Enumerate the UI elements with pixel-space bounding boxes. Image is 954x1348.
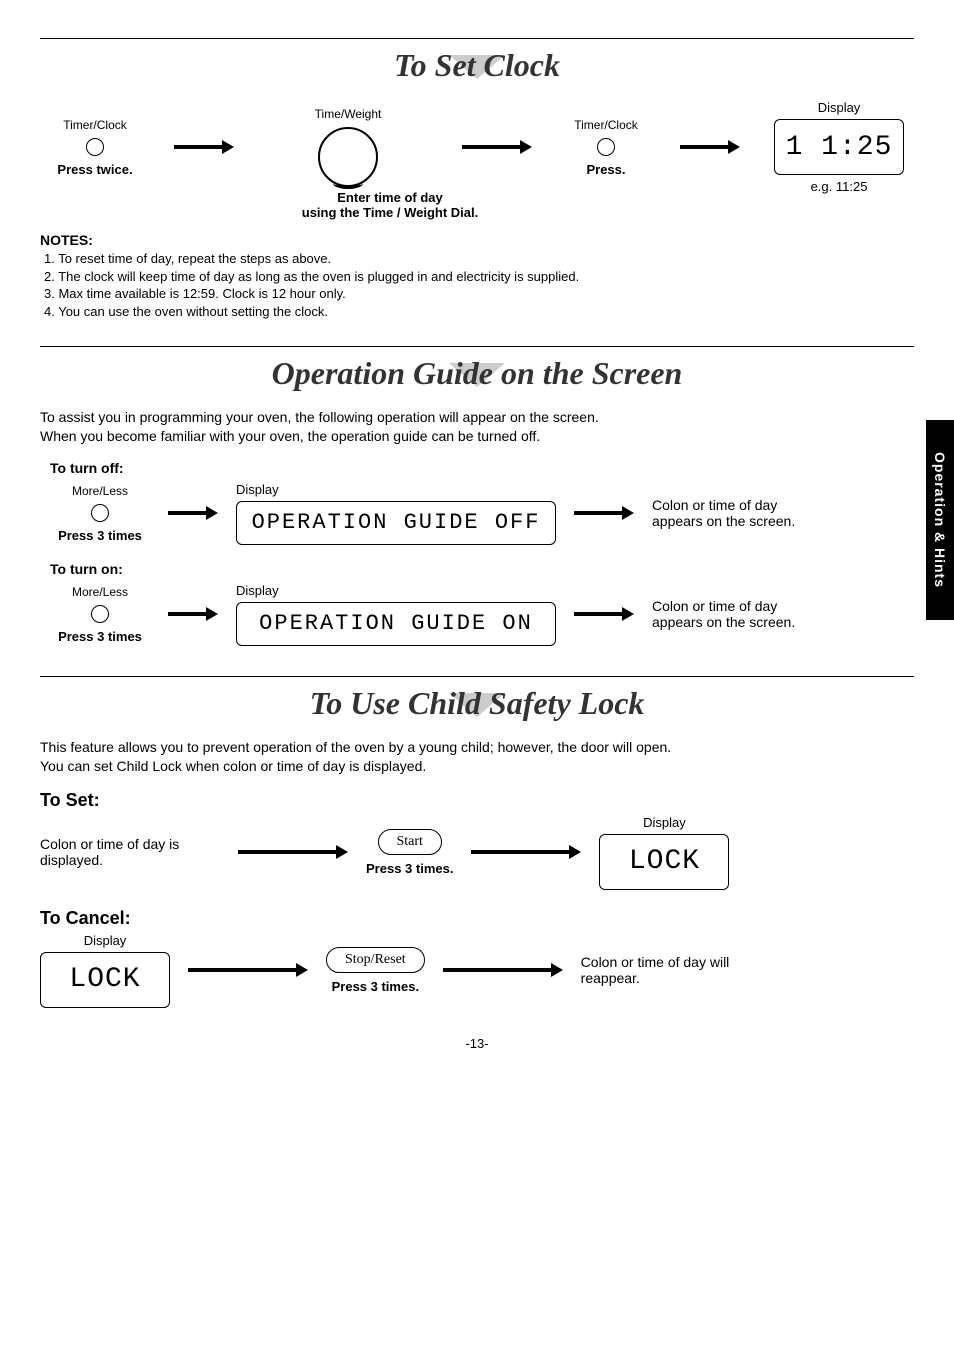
section-3-title-container: To Use Child Safety Lock xyxy=(40,685,914,722)
display-block: Display 1 1:25 e.g. 11:25 xyxy=(764,100,914,194)
display-label: Display xyxy=(818,100,861,115)
press-3-times-label: Press 3 times xyxy=(58,629,142,644)
divider xyxy=(40,38,914,39)
more-less-control: More/Less Press 3 times xyxy=(50,585,150,644)
to-set-row: Colon or time of day is displayed. Start… xyxy=(40,815,914,890)
precondition-text: Colon or time of day is displayed. xyxy=(40,836,220,868)
press-3-times-label: Press 3 times xyxy=(58,528,142,543)
display-value: 1 1:25 xyxy=(786,132,893,163)
divider xyxy=(40,346,914,347)
divider xyxy=(40,676,914,677)
display-label: Display xyxy=(236,482,279,497)
display-text: OPERATION GUIDE OFF xyxy=(252,510,541,535)
display-label: Display xyxy=(643,815,686,830)
arrow-right-icon xyxy=(574,606,634,622)
arrow-right-icon xyxy=(168,505,218,521)
step-timer-clock-2: Timer/Clock Press. xyxy=(556,118,656,177)
to-set-header: To Set: xyxy=(40,790,914,811)
arrow-right-icon xyxy=(168,606,218,622)
display-text: LOCK xyxy=(69,964,140,995)
display-text: LOCK xyxy=(629,846,700,877)
more-less-label: More/Less xyxy=(72,585,128,599)
arrow-right-icon xyxy=(471,844,581,860)
display-box: LOCK xyxy=(599,834,729,890)
round-button-icon xyxy=(91,504,109,522)
press-twice-label: Press twice. xyxy=(57,162,132,177)
start-button-block: Start Press 3 times. xyxy=(366,829,453,876)
turn-on-row: More/Less Press 3 times Display OPERATIO… xyxy=(50,583,914,646)
arrow-right-icon xyxy=(574,505,634,521)
to-cancel-header: To Cancel: xyxy=(40,908,914,929)
note-item: 4. You can use the oven without setting … xyxy=(44,303,914,321)
round-button-icon xyxy=(597,138,615,156)
result-text: Colon or time of day appears on the scre… xyxy=(652,598,822,630)
display-label: Display xyxy=(236,583,279,598)
section-1-title-container: To Set Clock xyxy=(40,47,914,84)
note-item: 2. The clock will keep time of day as lo… xyxy=(44,268,914,286)
display-off-block: Display OPERATION GUIDE OFF xyxy=(236,482,556,545)
arrow-right-icon xyxy=(462,139,532,155)
section-2-title: Operation Guide on the Screen xyxy=(40,355,914,392)
display-on-block: Display OPERATION GUIDE ON xyxy=(236,583,556,646)
round-button-icon xyxy=(86,138,104,156)
section-1-title: To Set Clock xyxy=(40,47,914,84)
arrow-right-icon xyxy=(443,962,563,978)
press-3-times-label: Press 3 times. xyxy=(332,979,419,994)
section-2-title-container: Operation Guide on the Screen xyxy=(40,355,914,392)
display-box: LOCK xyxy=(40,952,170,1008)
turn-on-header: To turn on: xyxy=(50,561,914,577)
display-lock-block: Display LOCK xyxy=(599,815,729,890)
display-box: 1 1:25 xyxy=(774,119,904,175)
timer-clock-label: Timer/Clock xyxy=(63,118,127,132)
turn-off-header: To turn off: xyxy=(50,460,914,476)
display-box: OPERATION GUIDE OFF xyxy=(236,501,556,545)
arrow-right-icon xyxy=(174,139,234,155)
dial-icon xyxy=(318,127,378,187)
to-cancel-row: Display LOCK Stop/Reset Press 3 times. C… xyxy=(40,933,914,1008)
result-text: Colon or time of day will reappear. xyxy=(581,954,751,986)
section-3-intro: This feature allows you to prevent opera… xyxy=(40,738,914,776)
arrow-right-icon xyxy=(680,139,740,155)
notes-list: 1. To reset time of day, repeat the step… xyxy=(44,250,914,320)
press-label: Press. xyxy=(586,162,625,177)
section-2-intro: To assist you in programming your oven, … xyxy=(40,408,914,446)
dial-caption: Enter time of day using the Time / Weigh… xyxy=(270,190,510,220)
arrow-right-icon xyxy=(238,844,348,860)
more-less-label: More/Less xyxy=(72,484,128,498)
timer-clock-label-2: Timer/Clock xyxy=(574,118,638,132)
step-time-weight-dial: Time/Weight xyxy=(258,107,438,187)
notes-title: NOTES: xyxy=(40,232,914,248)
page-number: -13- xyxy=(40,1036,914,1051)
arrow-right-icon xyxy=(188,962,308,978)
turn-off-row: More/Less Press 3 times Display OPERATIO… xyxy=(50,482,914,545)
side-tab: Operation & Hints xyxy=(926,420,954,620)
more-less-control: More/Less Press 3 times xyxy=(50,484,150,543)
time-weight-label: Time/Weight xyxy=(315,107,382,121)
display-box: OPERATION GUIDE ON xyxy=(236,602,556,646)
press-3-times-label: Press 3 times. xyxy=(366,861,453,876)
display-caption: e.g. 11:25 xyxy=(811,179,868,194)
display-label: Display xyxy=(84,933,127,948)
result-text: Colon or time of day appears on the scre… xyxy=(652,497,822,529)
round-button-icon xyxy=(91,605,109,623)
start-oval-button: Start xyxy=(378,829,442,855)
note-item: 3. Max time available is 12:59. Clock is… xyxy=(44,285,914,303)
stop-reset-button-block: Stop/Reset Press 3 times. xyxy=(326,947,425,994)
note-item: 1. To reset time of day, repeat the step… xyxy=(44,250,914,268)
clock-steps-row: Timer/Clock Press twice. Time/Weight Tim… xyxy=(40,100,914,194)
display-lock-block-2: Display LOCK xyxy=(40,933,170,1008)
section-3-title: To Use Child Safety Lock xyxy=(40,685,914,722)
stop-reset-oval-button: Stop/Reset xyxy=(326,947,425,973)
display-text: OPERATION GUIDE ON xyxy=(259,611,533,636)
step-timer-clock-1: Timer/Clock Press twice. xyxy=(40,118,150,177)
